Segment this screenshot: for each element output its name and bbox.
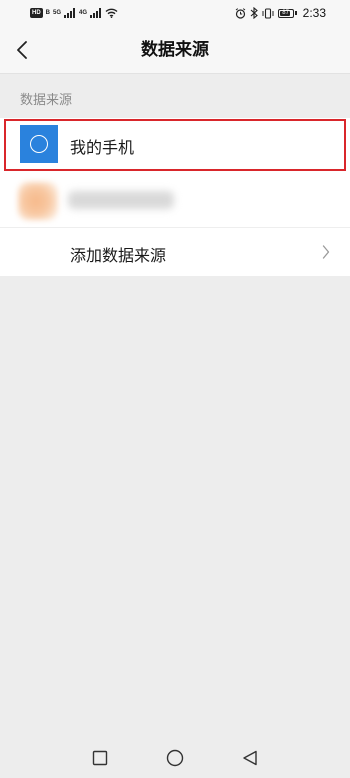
vibrate-icon (262, 7, 274, 19)
status-left: HD B 5G 4G (30, 6, 118, 20)
battery-percent: 87 (282, 9, 289, 16)
data-source-list: 我的手机 添加数据来源 (0, 118, 350, 276)
status-right: 87 2:33 (235, 5, 326, 21)
list-item-my-phone[interactable]: 我的手机 (0, 118, 350, 172)
triangle-back-icon (243, 750, 257, 766)
network-type-2: 4G (79, 10, 88, 16)
blurred-account-name (68, 191, 174, 209)
signal-icon (64, 8, 76, 18)
nav-back-button[interactable] (241, 749, 259, 767)
system-nav-bar (0, 736, 350, 778)
square-icon (92, 750, 108, 766)
wifi-icon (105, 8, 118, 18)
blurred-avatar (18, 182, 58, 220)
clock: 2:33 (302, 6, 326, 20)
battery-indicator: 87 (277, 8, 297, 18)
circle-icon (166, 749, 184, 767)
ring-icon (30, 135, 48, 153)
home-button[interactable] (166, 749, 184, 767)
chevron-right-icon (322, 245, 330, 259)
bluetooth-icon (250, 7, 258, 19)
battery-tip (294, 11, 297, 15)
section-header: 数据来源 (20, 93, 73, 108)
item-label-my-phone: 我的手机 (70, 138, 135, 157)
status-bar: HD B 5G 4G 87 2:33 (0, 0, 350, 26)
phone-circle-icon (20, 125, 58, 163)
network-type-1: 5G (53, 10, 62, 16)
title-bar: 数据来源 (0, 26, 350, 74)
list-item-blurred-account[interactable] (0, 172, 350, 228)
hd-badge: HD (30, 8, 43, 18)
alarm-icon (235, 7, 245, 19)
battery-body: 87 (277, 8, 294, 18)
hd-sub-tag: B (45, 10, 51, 16)
signal-icon-2 (90, 8, 102, 18)
item-label-add-source: 添加数据来源 (70, 246, 167, 265)
page-title: 数据来源 (141, 40, 209, 60)
recent-apps-button[interactable] (91, 749, 109, 767)
add-data-source-button[interactable]: 添加数据来源 (0, 228, 350, 276)
